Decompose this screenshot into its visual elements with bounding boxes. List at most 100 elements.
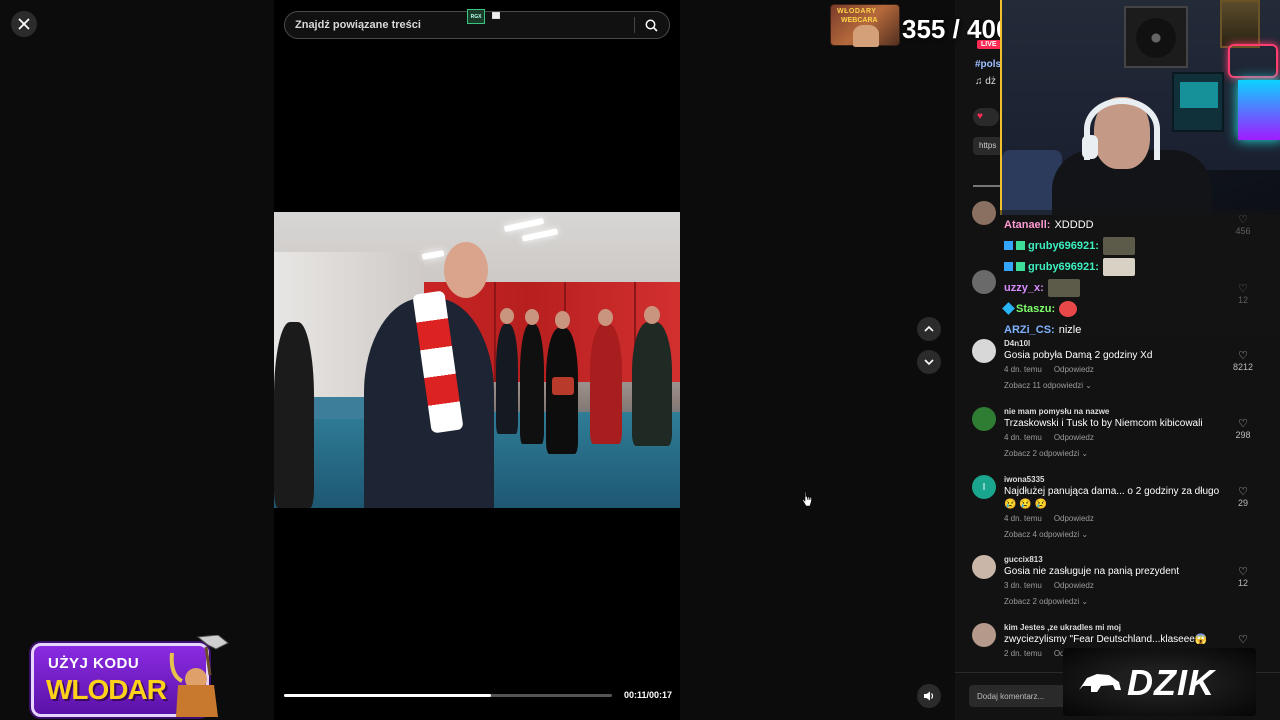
video-player-red-kit bbox=[590, 324, 622, 444]
chat-username[interactable]: ARZi_CS: bbox=[1004, 324, 1055, 336]
view-replies-button[interactable]: Zobacz 4 odpowiedzi ⌄ bbox=[1004, 530, 1088, 539]
mod-badge-icon bbox=[1016, 241, 1025, 250]
avatar[interactable] bbox=[972, 339, 996, 363]
reply-button[interactable]: Odpowiedz bbox=[1054, 581, 1094, 590]
webcam-overlay bbox=[1000, 0, 1280, 215]
avatar[interactable] bbox=[972, 555, 996, 579]
chat-username[interactable]: uzzy_x: bbox=[1004, 282, 1044, 294]
video-progress-bar[interactable] bbox=[284, 694, 612, 697]
counter-banner: WŁODARY WEBCARA bbox=[830, 4, 900, 47]
music-link[interactable]: ♫ dż bbox=[975, 76, 996, 87]
video-time: 00:11/00:17 bbox=[624, 690, 673, 700]
comment-like[interactable]: ♡ 29 bbox=[1232, 487, 1254, 509]
promo-code: WLODAR bbox=[46, 674, 167, 705]
chat-message: uzzy_x: bbox=[1004, 277, 1276, 298]
chat-username[interactable]: Atanaell: bbox=[1004, 219, 1050, 231]
avatar[interactable]: I bbox=[972, 475, 996, 499]
video-briefcase bbox=[552, 377, 574, 395]
hashtag-link[interactable]: #pols bbox=[975, 59, 1001, 70]
next-video-button[interactable] bbox=[917, 350, 941, 374]
avatar[interactable] bbox=[972, 201, 996, 225]
comment-text: zwyciezylismy "Fear Deutschland...klasee… bbox=[1004, 634, 1208, 645]
comment-username[interactable]: D4n10l bbox=[1004, 339, 1030, 348]
live-badge: LIVE bbox=[977, 40, 1001, 49]
comment-time: 2 dn. temu bbox=[1004, 649, 1042, 658]
avatar[interactable] bbox=[972, 407, 996, 431]
comment-time: 3 dn. temu bbox=[1004, 581, 1042, 590]
comment-like-count: 29 bbox=[1237, 498, 1248, 508]
related-search-input[interactable] bbox=[295, 19, 626, 31]
video-frame[interactable] bbox=[274, 212, 680, 508]
heart-filled-icon[interactable]: ♥ bbox=[977, 111, 983, 122]
comment-text: Gosia pobyła Damą 2 godziny Xd bbox=[1004, 350, 1153, 361]
comment-like[interactable]: ♡ 8212 bbox=[1232, 350, 1254, 373]
comment-username[interactable]: iwona5335 bbox=[1004, 475, 1044, 484]
video-light bbox=[421, 250, 445, 260]
video-person bbox=[520, 324, 544, 444]
heart-outline-icon: ♡ bbox=[1238, 634, 1248, 646]
comment-username[interactable]: guccix813 bbox=[1004, 555, 1043, 564]
reply-button[interactable]: Odpowiedz bbox=[1054, 433, 1094, 442]
screen: RGX bbox=[0, 0, 1280, 720]
copy-link-field[interactable]: https bbox=[973, 137, 1003, 155]
video-player[interactable]: RGX bbox=[274, 0, 680, 720]
reply-button[interactable]: Odpowiedz bbox=[1054, 514, 1094, 523]
comment-username[interactable]: nie mam pomysłu na nazwe bbox=[1004, 407, 1109, 416]
chat-emote-icon bbox=[1047, 278, 1080, 297]
avatar[interactable] bbox=[972, 623, 996, 647]
webcam-neon-sign bbox=[1228, 44, 1278, 78]
close-icon bbox=[18, 18, 30, 30]
chat-message: Staszu: bbox=[1002, 298, 1276, 319]
video-light bbox=[503, 217, 545, 233]
heart-outline-icon: ♡ bbox=[1238, 350, 1248, 362]
view-replies-button[interactable]: Zobacz 2 odpowiedzi ⌄ bbox=[1004, 449, 1088, 458]
chat-emote-icon bbox=[1102, 236, 1135, 255]
comment-like[interactable]: ♡ 298 bbox=[1232, 419, 1254, 441]
counter-banner-line2: WEBCARA bbox=[841, 17, 878, 24]
promo-line1: UŻYJ KODU bbox=[48, 655, 140, 672]
extension-box-icon[interactable] bbox=[492, 12, 500, 19]
comment-like[interactable]: ♡ 12 bbox=[1232, 567, 1254, 589]
counter-banner-face bbox=[853, 25, 879, 47]
add-comment-input[interactable] bbox=[969, 685, 1067, 707]
webcam-pc bbox=[1238, 80, 1280, 140]
promo-mascot-icon bbox=[169, 635, 229, 717]
rgx-extension-icon[interactable]: RGX bbox=[467, 9, 485, 24]
webcam-vinyl-frame bbox=[1124, 6, 1188, 68]
sponsor-name: DZIK bbox=[1127, 662, 1215, 703]
mod-badge-icon bbox=[1016, 262, 1025, 271]
view-replies-button[interactable]: Zobacz 2 odpowiedzi ⌄ bbox=[1004, 597, 1088, 606]
comment-meta: 3 dn. temu Odpowiedz bbox=[1004, 581, 1106, 590]
comment-text: Gosia nie zasługuje na panią prezydent bbox=[1004, 566, 1180, 577]
chat-username[interactable]: Staszu: bbox=[1016, 303, 1055, 315]
speaker-icon bbox=[924, 691, 934, 701]
comment-like[interactable]: ♡ bbox=[1232, 635, 1254, 646]
comments-tab-underline bbox=[973, 185, 1003, 187]
video-person-head bbox=[598, 309, 613, 326]
view-replies-button[interactable]: Zobacz 11 odpowiedzi ⌄ bbox=[1004, 381, 1092, 390]
chat-text: XDDDD bbox=[1054, 218, 1094, 231]
diamond-badge-icon bbox=[1002, 302, 1015, 315]
reply-button[interactable]: Odpowiedz bbox=[1054, 365, 1094, 374]
webcam-headset-ear bbox=[1082, 135, 1098, 159]
chat-username[interactable]: gruby696921: bbox=[1028, 240, 1099, 252]
search-divider bbox=[634, 17, 635, 33]
previous-video-button[interactable] bbox=[917, 317, 941, 341]
avatar[interactable] bbox=[972, 270, 996, 294]
video-person-head bbox=[500, 308, 514, 324]
comment-username[interactable]: kim Jestes ,ze ukradles mi moj bbox=[1004, 623, 1121, 632]
webcam-monitor bbox=[1172, 72, 1224, 132]
volume-button[interactable] bbox=[917, 684, 941, 708]
mouse-cursor-icon bbox=[802, 491, 812, 507]
chat-message: gruby696921: bbox=[1004, 256, 1276, 277]
comment-meta: 4 dn. temu Odpowiedz bbox=[1004, 365, 1106, 374]
video-person bbox=[274, 322, 314, 508]
chat-message: Atanaell: XDDDD bbox=[1004, 214, 1276, 235]
counter-banner-line1: WŁODARY bbox=[837, 8, 877, 15]
search-button[interactable] bbox=[643, 17, 659, 33]
comment-meta: 4 dn. temu Odpowiedz bbox=[1004, 514, 1106, 523]
chat-username[interactable]: gruby696921: bbox=[1028, 261, 1099, 273]
comment-text: Trzaskowski i Tusk to by Niemcom kibicow… bbox=[1004, 418, 1203, 429]
close-button[interactable] bbox=[11, 11, 37, 37]
chevron-down-icon bbox=[924, 359, 934, 366]
